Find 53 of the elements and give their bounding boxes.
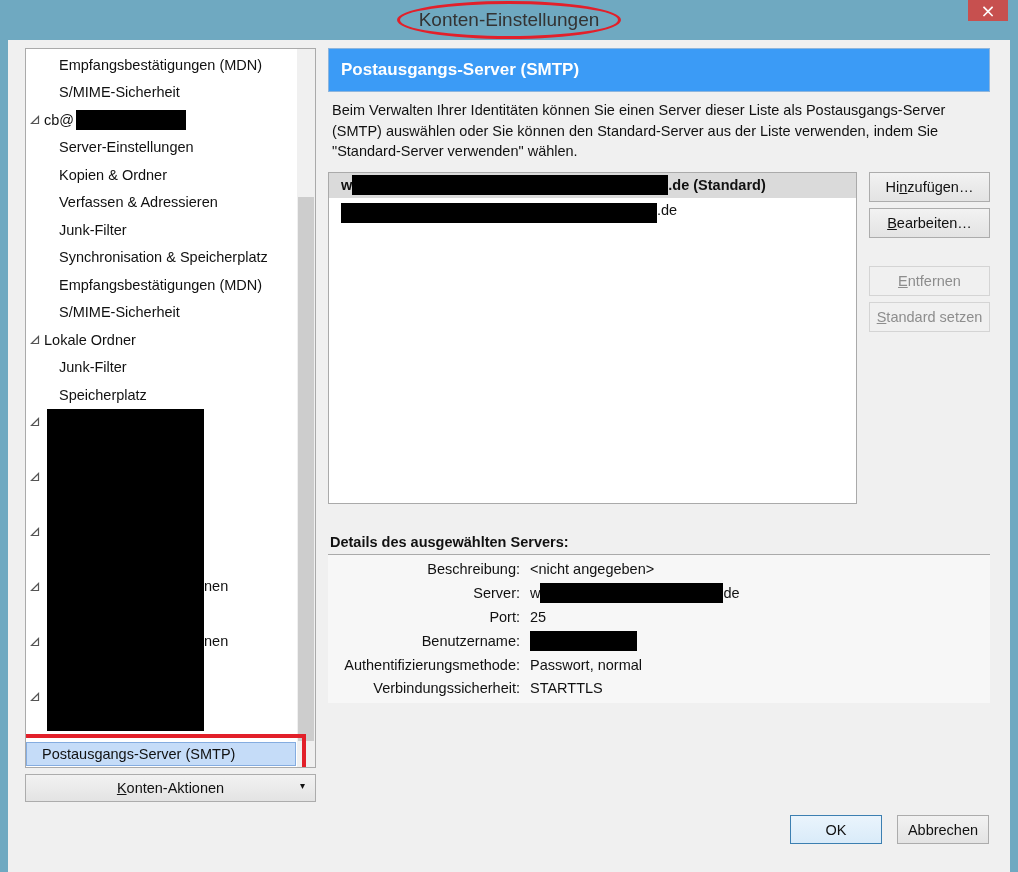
detail-label: Beschreibung: <box>426 561 521 578</box>
detail-value: w <box>530 585 541 602</box>
server-name-text: .de (Standard) <box>668 177 766 193</box>
detail-label: Benutzername: <box>420 632 521 649</box>
expanded-triangle-icon[interactable] <box>30 526 40 537</box>
expanded-triangle-icon[interactable] <box>30 114 40 125</box>
tree-item[interactable]: Junk-Filter <box>58 358 128 377</box>
expanded-triangle-icon[interactable] <box>30 334 40 345</box>
tree-item-text: nen <box>204 577 229 594</box>
expanded-triangle-icon[interactable] <box>30 691 40 702</box>
detail-label: Server: <box>472 585 521 602</box>
tree-item[interactable]: Kopien & Ordner <box>58 165 168 184</box>
tree-item-text: nen <box>204 632 229 649</box>
detail-value: Passwort, normal <box>530 656 642 673</box>
expanded-triangle-icon[interactable] <box>30 471 40 482</box>
scrollbar-thumb[interactable] <box>298 197 314 741</box>
dialog-button[interactable]: OK <box>790 815 882 844</box>
page-header: Postausgangs-Server (SMTP) <box>328 48 990 92</box>
server-name-text: w <box>341 177 353 193</box>
server-row[interactable]: .de <box>329 197 856 223</box>
expanded-triangle-icon[interactable] <box>30 416 40 427</box>
tree-item[interactable]: Junk-Filter <box>58 220 128 239</box>
dialog-button[interactable]: Abbrechen <box>897 815 989 844</box>
server-row[interactable]: w .de (Standard) <box>329 172 856 198</box>
server-action-button[interactable]: Hinzufügen… <box>869 171 990 202</box>
tree-item[interactable]: Empfangsbestätigungen (MDN) <box>58 275 264 294</box>
tree-item[interactable]: Postausgangs-Server (SMTP) <box>26 741 296 766</box>
server-name-text: .de <box>657 202 678 218</box>
tree-item[interactable]: Server-Einstellungen <box>58 138 195 157</box>
detail-value: de <box>723 585 740 602</box>
caret-icon: ▾ <box>300 780 305 791</box>
detail-label: Verbindungssicherheit: <box>372 680 521 697</box>
expanded-triangle-icon[interactable] <box>30 581 40 592</box>
detail-label: Authentifizierungsmethode: <box>343 656 521 673</box>
tree-item[interactable]: Synchronisation & Speicherplatz <box>58 248 269 267</box>
account-actions-button[interactable]: Konten-Aktionen ▾ <box>25 774 316 802</box>
detail-value: 25 <box>530 609 547 625</box>
description-text: Beim Verwalten Ihrer Identitäten können Sie einen Server dieser Liste als Postausgangs-Server (SMTP) auswählen oder Sie können den Standard-Server aus der Liste verwenden, indem Sie "Standard-Server verwenden" wählen. <box>332 101 947 161</box>
tree-item[interactable]: Empfangsbestätigungen (MDN) <box>58 55 264 74</box>
tree-item[interactable]: Verfassen & Adressieren <box>58 193 219 212</box>
detail-label: Port: <box>488 609 521 625</box>
tree-item[interactable]: Lokale Ordner <box>44 331 136 348</box>
scrollbar[interactable] <box>297 49 315 767</box>
detail-value: STARTTLS <box>530 680 603 697</box>
detail-value: <nicht angegeben> <box>530 561 655 578</box>
tree-item[interactable]: Speicherplatz <box>58 385 148 404</box>
expanded-triangle-icon[interactable] <box>30 636 40 647</box>
details-title: Details des ausgewählten Servers: <box>330 533 570 550</box>
close-button[interactable]: × <box>968 0 1008 21</box>
tree-item[interactable]: S/MIME-Sicherheit <box>58 303 181 322</box>
tree-item[interactable]: S/MIME-Sicherheit <box>58 83 181 102</box>
server-action-button[interactable]: Bearbeiten… <box>869 207 990 238</box>
tree-item[interactable]: cb@ <box>44 111 75 128</box>
